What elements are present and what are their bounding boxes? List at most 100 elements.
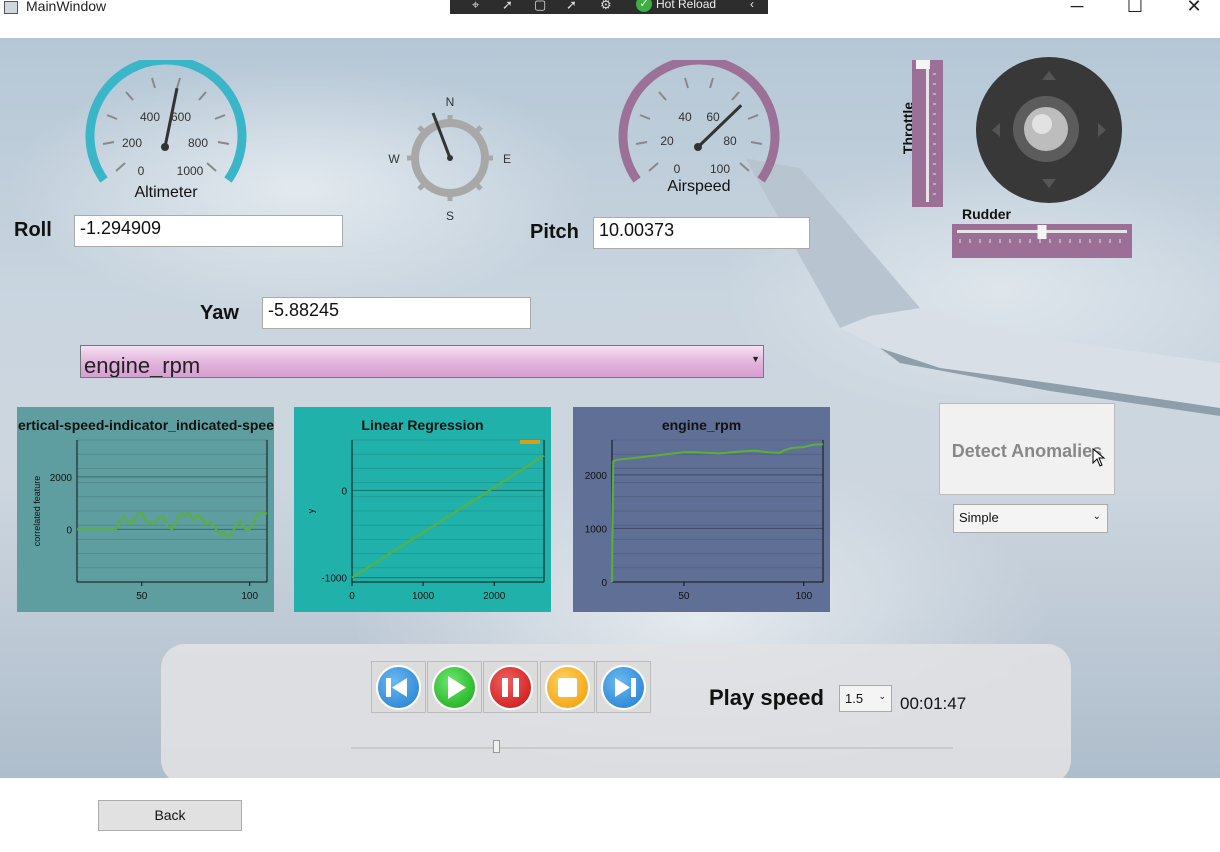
y-tick-label: 0 (66, 525, 72, 536)
roll-field[interactable]: -1.294909 (74, 215, 343, 247)
x-tick-label: 50 (678, 591, 690, 602)
altimeter-tick-200: 200 (122, 136, 142, 150)
airspeed-tick-60: 60 (706, 110, 720, 124)
playback-panel: Play speed 1.5 ⌄ 00:01:47 (161, 644, 1071, 778)
layout-icon[interactable]: ▢ (534, 0, 546, 13)
x-tick-label: 1000 (412, 591, 435, 602)
compass-north: N (446, 95, 455, 109)
yaw-label: Yaw (200, 302, 239, 324)
x-tick-label: 100 (241, 591, 258, 602)
x-tick-label: 100 (795, 591, 812, 602)
hot-reload-check-icon: ✓ (636, 0, 652, 12)
joystick[interactable] (975, 56, 1125, 206)
engine-rpm-chart: 0 1000 2000 50 100 engine_rpm (573, 407, 830, 612)
y-tick-label: -1000 (321, 574, 347, 585)
altimeter-tick-800: 800 (188, 136, 208, 150)
track-focus-icon[interactable]: ➚ (566, 0, 577, 13)
altimeter-tick-600: 600 (171, 110, 191, 124)
pause-icon (502, 678, 519, 697)
y-tick-label: 0 (341, 487, 347, 498)
debug-toolbar: ⌖ ➚ ▢ ➚ ⚙ ✓ Hot Reload ‹ (450, 0, 768, 14)
select-element-icon[interactable]: ⌖ (472, 0, 479, 13)
chevron-left-icon[interactable]: ‹ (750, 0, 754, 11)
airspeed-tick-0: 0 (674, 162, 681, 176)
mouse-cursor-icon (1092, 448, 1106, 467)
feature-select-value: engine_rpm (84, 353, 201, 378)
throttle-slider[interactable] (912, 60, 943, 207)
pointer-icon[interactable]: ➚ (502, 0, 513, 13)
playback-track[interactable] (351, 747, 953, 749)
airspeed-tick-100: 100 (710, 162, 730, 176)
back-button[interactable]: Back (98, 800, 242, 831)
pause-button[interactable] (483, 661, 538, 713)
detect-anomalies-label: Detect Anomalies (951, 441, 1103, 461)
rudder-thumb[interactable] (1037, 225, 1047, 239)
chevron-down-icon: ⌄ (878, 691, 886, 701)
stop-icon (558, 678, 577, 697)
play-speed-label: Play speed (709, 685, 824, 710)
chart-title: ertical-speed-indicator_indicated-spee (18, 417, 274, 433)
play-button[interactable] (427, 661, 482, 713)
window-title: MainWindow (26, 0, 107, 14)
airspeed-gauge: 0 20 40 60 80 100 Airspeed (618, 60, 780, 195)
chevron-down-icon: ▼ (751, 354, 760, 364)
altimeter-tick-1000: 1000 (177, 164, 204, 178)
play-speed-value: 1.5 (845, 691, 864, 706)
y-tick-label: 2000 (585, 471, 608, 482)
pitch-field[interactable]: 10.00373 (593, 217, 810, 249)
minimize-button[interactable]: ─ (1062, 0, 1092, 17)
rudder-slider[interactable] (952, 224, 1132, 258)
linear-regression-chart: -1000 0 0 1000 2000 y Linear Regression (294, 407, 551, 612)
correlated-feature-chart: 0 2000 50 100 correlated feature ertical-spe… (17, 407, 274, 612)
y-tick-label: 1000 (585, 524, 608, 535)
yaw-field[interactable]: -5.88245 (262, 297, 531, 329)
altimeter-label: Altimeter (134, 184, 198, 201)
main-content: 0 200 400 600 800 1000 Altimeter N E S W (0, 38, 1220, 778)
airspeed-tick-80: 80 (723, 134, 737, 148)
series-line (611, 443, 824, 583)
throttle-thumb[interactable] (916, 60, 930, 69)
fast-forward-button[interactable] (596, 661, 651, 713)
detect-anomalies-button[interactable]: Detect Anomalies (939, 403, 1115, 495)
algorithm-select[interactable]: Simple ⌄ (953, 504, 1108, 533)
chevron-down-icon: ⌄ (1092, 511, 1101, 522)
legend-swatch (520, 440, 540, 444)
x-tick-label: 50 (136, 591, 148, 602)
airspeed-tick-40: 40 (678, 110, 692, 124)
chart-title: engine_rpm (661, 417, 742, 433)
altimeter-tick-0: 0 (138, 164, 145, 178)
chart-title: Linear Regression (361, 417, 484, 433)
compass-west: W (388, 152, 400, 166)
compass-gauge: N E S W (388, 95, 511, 223)
rewind-button[interactable] (371, 661, 426, 713)
compass-east: E (503, 152, 511, 166)
series-line (351, 454, 545, 579)
y-tick-label: 0 (601, 578, 607, 589)
pitch-label: Pitch (530, 221, 579, 243)
airspeed-tick-20: 20 (660, 134, 674, 148)
stop-button[interactable] (540, 661, 595, 713)
settings-icon[interactable]: ⚙ (600, 0, 612, 13)
roll-label: Roll (14, 219, 52, 241)
playback-thumb[interactable] (492, 740, 500, 753)
x-tick-label: 2000 (483, 591, 506, 602)
playback-time: 00:01:47 (900, 694, 967, 713)
y-axis-label: correlated feature (32, 476, 42, 547)
close-button[interactable]: ✕ (1179, 0, 1209, 17)
play-icon (448, 676, 466, 699)
hot-reload-label[interactable]: Hot Reload (656, 0, 716, 11)
title-bar: MainWindow ⌖ ➚ ▢ ➚ ⚙ ✓ Hot Reload ‹ ─ ☐ … (0, 0, 1220, 38)
play-speed-select[interactable]: 1.5 ⌄ (839, 685, 892, 712)
x-tick-label: 0 (349, 591, 355, 602)
compass-south: S (446, 209, 454, 223)
altimeter-tick-400: 400 (140, 110, 160, 124)
app-icon (4, 1, 18, 14)
rewind-icon (386, 678, 407, 697)
y-tick-label: 2000 (50, 473, 73, 484)
feature-select[interactable]: engine_rpm ▼ (80, 345, 764, 378)
fast-forward-icon (615, 678, 636, 697)
airspeed-label: Airspeed (667, 178, 730, 195)
rudder-label: Rudder (962, 206, 1011, 222)
y-axis-label: y (306, 508, 316, 513)
maximize-button[interactable]: ☐ (1120, 0, 1150, 17)
